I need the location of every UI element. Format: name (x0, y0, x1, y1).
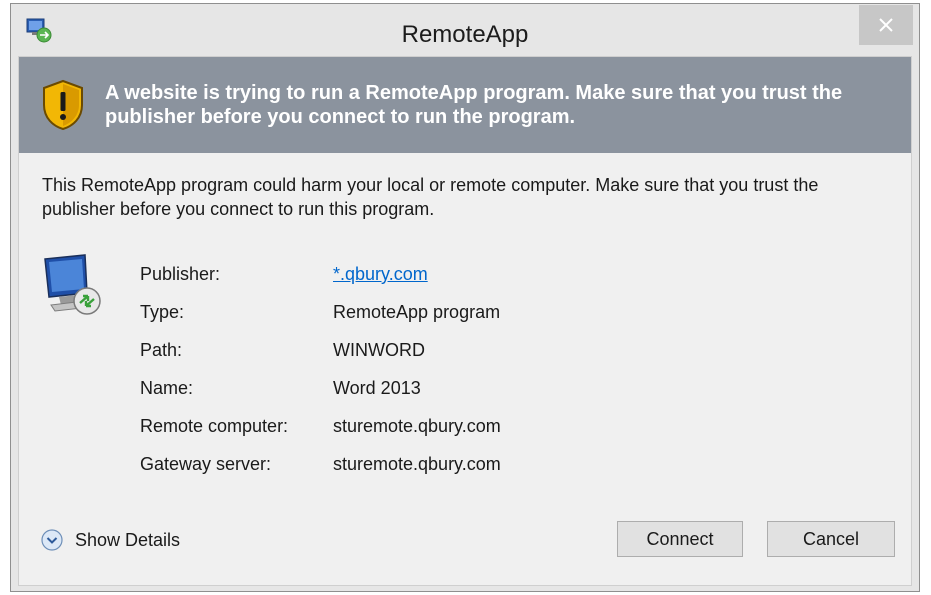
type-label: Type: (140, 302, 185, 322)
gateway-server-label: Gateway server: (140, 454, 272, 474)
connect-button[interactable]: Connect (617, 521, 743, 557)
name-label: Name: (140, 378, 194, 398)
type-value: RemoteApp program (333, 302, 501, 322)
cancel-button[interactable]: Cancel (767, 521, 895, 557)
warning-text: This RemoteApp program could harm your l… (42, 175, 819, 219)
title-bar: RemoteApp (11, 4, 919, 56)
show-details-label: Show Details (75, 529, 181, 550)
show-details-toggle[interactable]: Show Details (41, 525, 180, 555)
remote-computer-value: sturemote.qbury.com (333, 416, 501, 436)
remote-computer-icon (44, 254, 101, 315)
gateway-server-value: sturemote.qbury.com (333, 454, 501, 474)
dialog-content: A website is trying to run a RemoteApp p… (18, 56, 912, 586)
publisher-label: Publisher: (140, 264, 221, 284)
close-icon (879, 18, 893, 32)
window-title: RemoteApp (401, 21, 529, 48)
path-label: Path: (140, 340, 183, 360)
security-banner: A website is trying to run a RemoteApp p… (19, 57, 911, 153)
banner-text: A website is trying to run a RemoteApp p… (105, 82, 843, 128)
close-button[interactable] (859, 5, 913, 45)
chevron-down-icon (41, 529, 63, 551)
remote-computer-label: Remote computer: (140, 416, 289, 436)
name-value: Word 2013 (333, 378, 421, 398)
publisher-link[interactable]: *.qbury.com (333, 264, 428, 285)
path-value: WINWORD (333, 340, 425, 360)
shield-warning-icon (43, 79, 83, 131)
remoteapp-dialog: RemoteApp A website is trying to run a R… (10, 3, 920, 592)
